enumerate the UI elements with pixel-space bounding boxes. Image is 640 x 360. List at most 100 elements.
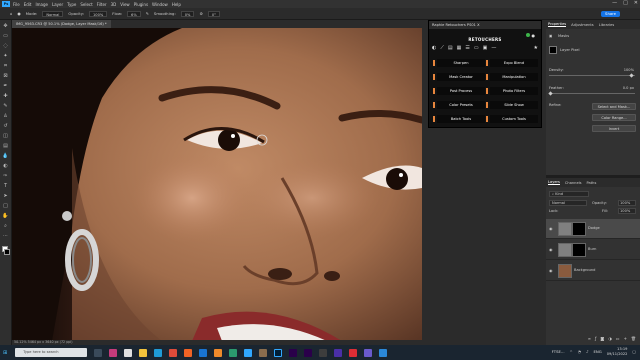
home-icon[interactable]: ⌂ <box>10 11 12 16</box>
app-icon-9[interactable] <box>364 348 373 357</box>
star-icon[interactable]: ★ <box>534 45 538 51</box>
app-icon-2[interactable] <box>124 348 133 357</box>
green-status-icon[interactable] <box>525 33 530 37</box>
crop-tool-icon[interactable]: ⌗ <box>2 63 9 70</box>
lightroom-icon[interactable] <box>244 348 253 357</box>
network-icon[interactable]: ◔ <box>578 349 581 354</box>
notifications-icon[interactable]: ▢ <box>632 349 636 354</box>
menu-help[interactable]: Help <box>172 2 181 7</box>
background-color-swatch[interactable] <box>4 249 10 255</box>
link-icon[interactable]: ∞ <box>588 336 591 344</box>
color-presets-button[interactable]: Color Presets <box>433 101 485 109</box>
fx-icon[interactable]: ƒ <box>595 336 596 344</box>
tab-paths[interactable]: Paths <box>587 181 597 185</box>
layer-row-burn[interactable]: ◉ Burn <box>546 240 640 260</box>
batch-tools-button[interactable]: Batch Tools <box>433 115 485 123</box>
layer-filter-kind[interactable]: ⌕ Kind <box>549 191 589 197</box>
hand-tool-icon[interactable]: ✋ <box>2 213 9 220</box>
list-icon[interactable]: ☰ <box>465 45 469 51</box>
blur-tool-icon[interactable]: 💧 <box>2 153 9 160</box>
menu-edit[interactable]: Edit <box>24 2 32 7</box>
photoshop-icon[interactable] <box>274 348 283 357</box>
eyedropper-tool-icon[interactable]: ✒ <box>2 83 9 90</box>
canvas[interactable] <box>12 28 422 341</box>
custom-tools-button[interactable]: Custom Tools <box>486 115 538 123</box>
share-button[interactable]: Share <box>601 11 620 17</box>
mask-creator-button[interactable]: Mask Creator <box>433 73 485 81</box>
folder-icon[interactable]: ▭ <box>616 336 620 344</box>
app-icon-3[interactable] <box>214 348 223 357</box>
expo-blend-button[interactable]: Expo Blend <box>486 59 538 67</box>
manipulation-button[interactable]: Manipulation <box>486 73 538 81</box>
menu-window[interactable]: Window <box>152 2 168 7</box>
photo-filters-button[interactable]: Photo Filters <box>486 87 538 95</box>
menu-image[interactable]: Image <box>35 2 48 7</box>
marquee-tool-icon[interactable]: ▭ <box>2 33 9 40</box>
blend-mode-select[interactable]: Normal <box>549 200 587 206</box>
brush-tool-icon[interactable]: ⟋ <box>440 45 444 51</box>
clone-stamp-tool-icon[interactable]: ♙ <box>2 113 9 120</box>
flow-input[interactable]: 6% <box>127 10 141 17</box>
menu-select[interactable]: Select <box>80 2 92 7</box>
layer-row-background[interactable]: ◉ Background <box>546 261 640 281</box>
history-brush-tool-icon[interactable]: ↺ <box>2 123 9 130</box>
dodge-tool-icon[interactable]: ◐ <box>432 45 436 51</box>
rectangle-tool-icon[interactable]: □ <box>2 203 9 210</box>
layer-row-dodge[interactable]: ◉ Dodge <box>546 219 640 239</box>
clock[interactable]: 13:19 09/11/2022 <box>607 347 628 356</box>
frame-tool-icon[interactable]: ⊠ <box>2 73 9 80</box>
dodge-tool-icon[interactable]: ◐ <box>2 163 9 170</box>
density-slider[interactable] <box>549 75 635 76</box>
sharpen-button[interactable]: Sharpen <box>433 59 485 67</box>
feather-slider[interactable] <box>549 93 635 94</box>
document-tab[interactable]: IMG_9563.CR3 @ 50.1% (Dodge, Layer Mask/… <box>12 20 111 28</box>
speaker-icon[interactable]: ♪ <box>586 349 588 354</box>
opacity-input[interactable]: 100% <box>89 10 108 17</box>
app-icon-7[interactable] <box>334 348 343 357</box>
trash-icon[interactable]: 🗑 <box>631 336 636 344</box>
move-tool-icon[interactable]: ✥ <box>2 23 9 30</box>
app-icon-5[interactable] <box>304 348 313 357</box>
file-explorer-icon[interactable] <box>139 348 148 357</box>
tab-adjustments[interactable]: Adjustments <box>571 23 594 27</box>
menu-layer[interactable]: Layer <box>52 2 63 7</box>
brave-icon[interactable] <box>184 348 193 357</box>
slide-show-button[interactable]: Slide Show <box>486 101 538 109</box>
taskbar-search-input[interactable]: Type here to search <box>15 348 88 357</box>
magic-wand-tool-icon[interactable]: ✦ <box>2 53 9 60</box>
gear-icon[interactable]: ⚙ <box>199 11 202 16</box>
brush-tool-icon[interactable]: ✎ <box>2 103 9 110</box>
app-icon-1[interactable] <box>109 348 118 357</box>
bridge-icon[interactable] <box>259 348 268 357</box>
language-indicator[interactable]: ENG <box>594 349 602 354</box>
more-tools-icon[interactable]: ⋯ <box>2 233 9 240</box>
lasso-tool-icon[interactable]: ◌ <box>2 43 9 50</box>
density-slider-knob[interactable] <box>629 73 634 78</box>
density-value[interactable]: 100% <box>624 68 634 72</box>
airbrush-icon[interactable]: ✎ <box>146 11 149 16</box>
app-icon-4[interactable] <box>229 348 238 357</box>
feather-slider-knob[interactable] <box>548 91 553 96</box>
mail-icon[interactable] <box>199 348 208 357</box>
dash-icon[interactable]: — <box>491 45 496 51</box>
gradient-tool-icon[interactable]: ▤ <box>2 143 9 150</box>
chrome-icon[interactable] <box>169 348 178 357</box>
panel-icon[interactable]: ▣ <box>483 45 488 51</box>
menu-plugins[interactable]: Plugins <box>134 2 148 7</box>
app-icon-8[interactable] <box>349 348 358 357</box>
mask-thumbnail[interactable] <box>549 46 557 54</box>
tab-properties[interactable]: Properties <box>548 22 567 27</box>
premiere-icon[interactable] <box>289 348 298 357</box>
eraser-tool-icon[interactable]: ◫ <box>2 133 9 140</box>
edge-icon[interactable] <box>154 348 163 357</box>
retoucher-panel-tab[interactable]: Raphie Retouchers PS01 X <box>429 21 541 29</box>
mask-icon[interactable]: ◙ <box>600 336 604 344</box>
minimize-button[interactable]: — <box>612 0 617 6</box>
app-icon-6[interactable] <box>319 348 328 357</box>
mode-select[interactable]: Normal <box>42 10 64 17</box>
stocks-widget[interactable]: FTSE... <box>552 349 565 354</box>
menu-filter[interactable]: Filter <box>97 2 107 7</box>
adjustment-icon[interactable]: ◑ <box>608 336 612 344</box>
smoothing-input[interactable]: 0% <box>180 10 195 17</box>
windows-start-icon[interactable]: ⊞ <box>3 350 7 356</box>
